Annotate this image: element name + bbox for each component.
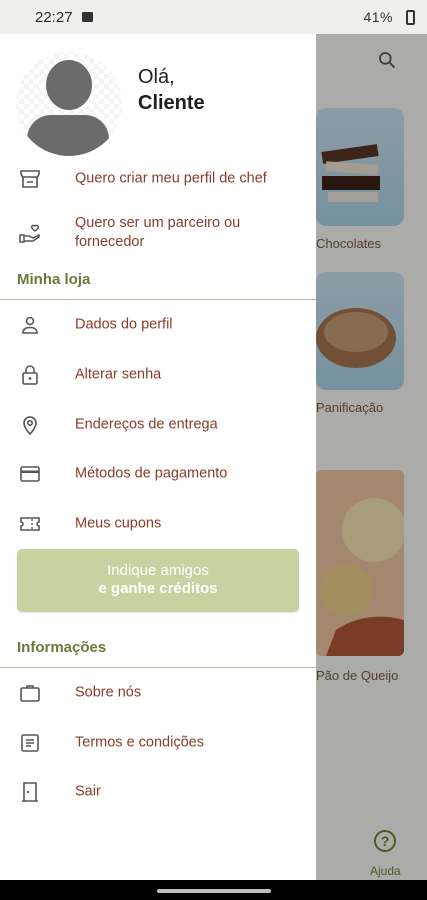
document-icon bbox=[21, 734, 39, 752]
menu-item-label: Quero criar meu perfil de chef bbox=[75, 170, 267, 187]
drawer-scrim[interactable] bbox=[316, 34, 427, 900]
menu-item-terms[interactable]: Termos e condições bbox=[0, 723, 316, 763]
section-title-store: Minha loja bbox=[17, 271, 91, 288]
person-icon bbox=[22, 316, 38, 334]
menu-item-label: Meus cupons bbox=[75, 515, 162, 532]
menu-item-logout[interactable]: Sair bbox=[0, 772, 316, 812]
greeting-text: Olá, bbox=[138, 66, 175, 88]
menu-item-label: Quero ser um parceiro ou fornecedor bbox=[75, 215, 241, 250]
door-exit-icon bbox=[22, 782, 38, 802]
invite-line1: Indique amigos bbox=[107, 562, 209, 579]
menu-item-label: Sobre nós bbox=[75, 684, 142, 701]
gallery-notification-icon bbox=[82, 12, 93, 22]
avatar[interactable] bbox=[16, 52, 122, 156]
divider bbox=[0, 667, 316, 668]
handshake-heart-icon bbox=[19, 224, 40, 243]
status-bar: 22:27 41% bbox=[0, 0, 427, 34]
status-battery-text: 41% bbox=[363, 9, 393, 25]
menu-item-payment-methods[interactable]: Métodos de pagamento bbox=[0, 454, 316, 494]
menu-item-addresses[interactable]: Endereços de entrega bbox=[0, 405, 316, 445]
invite-line2: e ganhe créditos bbox=[98, 580, 218, 597]
battery-icon bbox=[406, 10, 415, 25]
menu-item-coupons[interactable]: Meus cupons bbox=[0, 504, 316, 544]
invite-friends-button[interactable]: Indique amigos e ganhe créditos bbox=[17, 549, 299, 612]
menu-item-label: Métodos de pagamento bbox=[75, 465, 228, 482]
divider bbox=[0, 299, 316, 300]
menu-item-profile-data[interactable]: Dados do perfil bbox=[0, 305, 316, 345]
navigation-drawer: Olá, Cliente Quero criar meu perfil de c… bbox=[0, 34, 316, 880]
section-title-info: Informações bbox=[17, 639, 107, 656]
menu-item-label: Endereços de entrega bbox=[75, 416, 218, 433]
menu-item-about[interactable]: Sobre nós bbox=[0, 673, 316, 713]
menu-item-change-password[interactable]: Alterar senha bbox=[0, 355, 316, 395]
briefcase-icon bbox=[20, 685, 40, 702]
home-gesture-handle[interactable] bbox=[157, 889, 271, 893]
menu-item-label: Termos e condições bbox=[75, 734, 204, 751]
menu-item-partner[interactable]: Quero ser um parceiro ou fornecedor bbox=[0, 209, 316, 257]
location-pin-icon bbox=[23, 416, 37, 436]
user-name: Cliente bbox=[138, 92, 205, 114]
menu-item-label: Alterar senha bbox=[75, 366, 162, 383]
ticket-icon bbox=[20, 517, 40, 531]
status-time: 22:27 bbox=[35, 9, 73, 26]
credit-card-icon bbox=[20, 466, 40, 482]
menu-item-chef-profile[interactable]: Quero criar meu perfil de chef bbox=[0, 159, 316, 199]
menu-item-label: Dados do perfil bbox=[75, 316, 173, 333]
store-icon bbox=[20, 170, 40, 188]
system-navigation-bar bbox=[0, 880, 427, 900]
menu-item-label: Sair bbox=[75, 783, 101, 800]
lock-icon bbox=[22, 365, 38, 385]
